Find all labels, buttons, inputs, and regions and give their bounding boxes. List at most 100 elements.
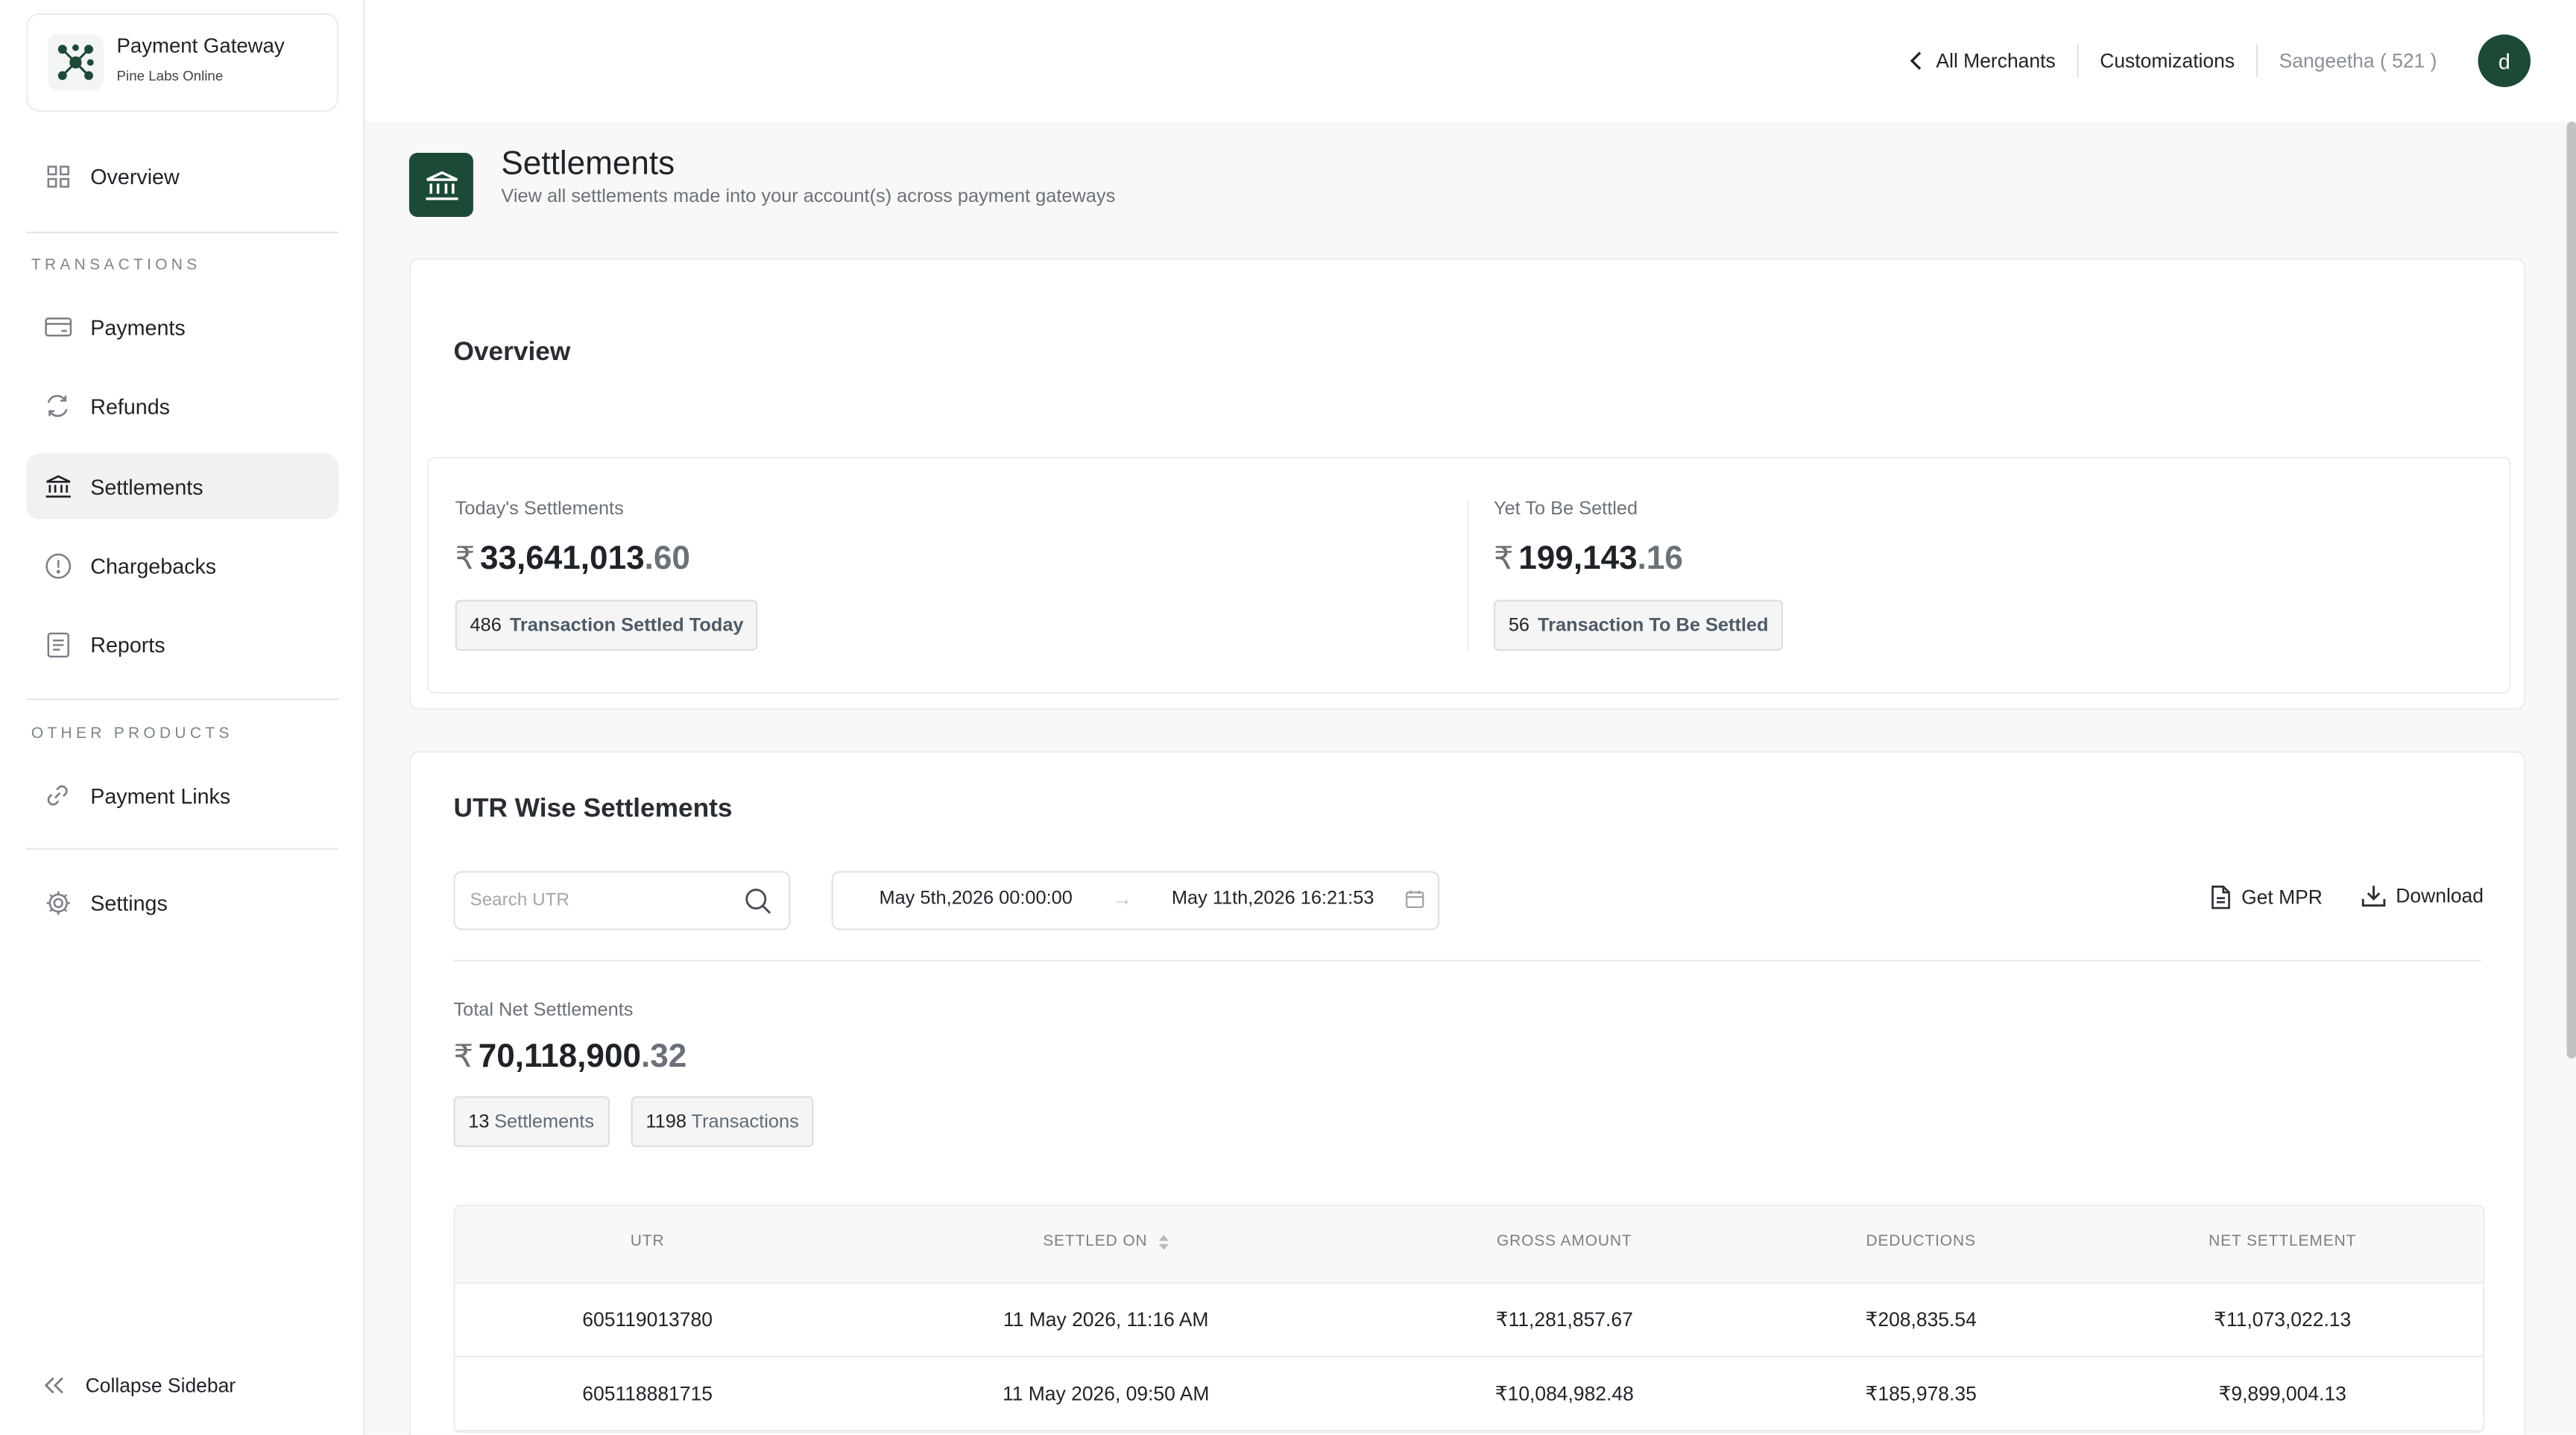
cell-utr[interactable]: 605119013780 — [582, 1308, 713, 1331]
calendar-icon[interactable] — [1405, 889, 1424, 909]
sidebar-divider — [26, 848, 339, 850]
utr-settlements-title: UTR Wise Settlements — [453, 795, 733, 824]
to-be-settled-badge: 56 Transaction To Be Settled — [1493, 599, 1784, 652]
badge-label: Transaction To Be Settled — [1538, 615, 1769, 636]
avatar[interactable]: d — [2478, 34, 2531, 87]
sidebar-divider — [26, 698, 339, 701]
badge-count: 13 — [468, 1111, 490, 1132]
table-row[interactable]: 605118881715 11 May 2026, 09:50 AM ₹10,0… — [455, 1357, 2484, 1432]
all-merchants-link[interactable]: All Merchants — [1888, 45, 2077, 78]
page-scrollbar[interactable] — [2566, 122, 2576, 1059]
utr-settlements-card: UTR Wise Settlements Search UTR May 5th,… — [408, 751, 2526, 1435]
column-header-gross-amount: GROSS AMOUNT — [1496, 1232, 1632, 1251]
date-from[interactable]: May 5th,2026 00:00:00 — [879, 889, 1072, 909]
sidebar-item-label: Payment Links — [90, 783, 231, 808]
yet-to-be-settled-label: Yet To Be Settled — [1493, 499, 1638, 520]
topbar: All Merchants Customizations Sangeetha (… — [364, 0, 2576, 122]
overview-title: Overview — [453, 338, 571, 367]
search-utr-input[interactable]: Search UTR — [453, 871, 791, 930]
sidebar-item-payment-links[interactable]: Payment Links — [26, 763, 338, 828]
amount-decimal: .16 — [1637, 540, 1683, 577]
column-header-deductions: DEDUCTIONS — [1866, 1232, 1976, 1251]
date-to[interactable]: May 11th,2026 16:21:53 — [1172, 889, 1374, 909]
double-chevron-left-icon — [40, 1371, 69, 1401]
badge-count: 1198 — [645, 1111, 686, 1132]
badge-label: Transaction Settled Today — [509, 615, 744, 636]
rupee-symbol: ₹ — [453, 1040, 474, 1075]
rupee-symbol: ₹ — [455, 542, 476, 577]
user-name: Sangeetha ( 521 ) — [2255, 44, 2458, 78]
cell-net-settlement: ₹11,073,022.13 — [2214, 1308, 2352, 1331]
settlements-count-badge: 13 Settlements — [453, 1096, 609, 1147]
sidebar-item-reports[interactable]: Reports — [26, 611, 338, 677]
amount-integer: 199,143 — [1518, 540, 1638, 577]
top-nav: All Merchants Customizations Sangeetha (… — [1888, 33, 2531, 89]
todays-settlements-amount: ₹33,641,013.60 — [455, 540, 690, 578]
sidebar-item-overview[interactable]: Overview — [26, 143, 338, 209]
link-icon — [42, 780, 72, 810]
chevron-left-icon — [1910, 51, 1923, 70]
amount-decimal: .60 — [644, 540, 690, 577]
settled-on-label: SETTLED ON — [1043, 1232, 1148, 1251]
sidebar-item-settings[interactable]: Settings — [26, 869, 338, 935]
brand-title: Payment Gateway — [116, 34, 285, 58]
brand-switcher[interactable]: Payment Gateway Pine Labs Online — [26, 13, 339, 112]
sidebar: Payment Gateway Pine Labs Online Overvie… — [0, 0, 365, 1435]
section-heading-transactions: TRANSACTIONS — [31, 256, 201, 275]
column-header-settled-on[interactable]: SETTLED ON — [1043, 1232, 1169, 1251]
get-mpr-button[interactable]: Get MPR — [2210, 884, 2323, 910]
page-subtitle: View all settlements made into your acco… — [501, 187, 1116, 207]
customizations-link[interactable]: Customizations — [2077, 44, 2255, 78]
badge-label: Settlements — [494, 1111, 595, 1132]
alert-circle-icon — [42, 551, 72, 581]
cell-settled-on: 11 May 2026, 09:50 AM — [1002, 1382, 1210, 1405]
cell-deductions: ₹208,835.54 — [1865, 1308, 1977, 1331]
date-range-picker[interactable]: May 5th,2026 00:00:00 → May 11th,2026 16… — [831, 871, 1440, 930]
section-heading-other-products: OTHER PRODUCTS — [31, 725, 233, 743]
sidebar-item-label: Settlements — [90, 474, 203, 499]
collapse-sidebar-button[interactable]: Collapse Sidebar — [40, 1371, 236, 1401]
badge-count: 486 — [470, 615, 502, 636]
brand-subtitle: Pine Labs Online — [116, 67, 224, 84]
sidebar-item-label: Overview — [90, 163, 180, 189]
sidebar-item-payments[interactable]: Payments — [26, 294, 338, 360]
badge-label: Transactions — [691, 1111, 799, 1132]
settled-today-badge: 486 Transaction Settled Today — [455, 599, 759, 652]
cell-utr[interactable]: 605118881715 — [582, 1382, 713, 1405]
cell-settled-on: 11 May 2026, 11:16 AM — [1003, 1308, 1209, 1331]
bank-icon — [408, 153, 473, 218]
sidebar-item-chargebacks[interactable]: Chargebacks — [26, 532, 338, 598]
search-icon[interactable] — [745, 886, 772, 914]
sidebar-item-label: Refunds — [90, 394, 171, 419]
settlements-table: UTR SETTLED ON GROSS AMOUNT DEDUCTIONS N… — [453, 1204, 2485, 1434]
overview-stats: Today's Settlements ₹33,641,013.60 486 Tr… — [427, 456, 2511, 694]
get-mpr-label: Get MPR — [2241, 886, 2323, 909]
amount-integer: 70,118,900 — [478, 1038, 642, 1075]
sidebar-item-refunds[interactable]: Refunds — [26, 373, 338, 438]
arrow-right-icon: → — [1112, 887, 1132, 911]
badge-count: 56 — [1508, 615, 1530, 636]
page-title: Settlements — [501, 146, 675, 183]
todays-settlements-label: Today's Settlements — [455, 499, 624, 520]
file-icon — [2210, 884, 2232, 910]
refresh-icon — [42, 391, 72, 421]
download-button[interactable]: Download — [2361, 884, 2484, 907]
sort-icon[interactable] — [1158, 1234, 1169, 1250]
amount-integer: 33,641,013 — [479, 540, 645, 577]
grid-icon — [42, 161, 72, 191]
cell-net-settlement: ₹9,899,004.13 — [2218, 1382, 2346, 1405]
main-content: Settlements View all settlements made in… — [364, 122, 2576, 1435]
table-row[interactable]: 605119013780 11 May 2026, 11:16 AM ₹11,2… — [455, 1284, 2484, 1357]
bank-icon — [42, 472, 72, 502]
sidebar-item-label: Chargebacks — [90, 552, 217, 578]
all-merchants-label: All Merchants — [1936, 49, 2056, 73]
cell-gross-amount: ₹10,084,982.48 — [1494, 1382, 1634, 1405]
network-logo-icon — [47, 34, 104, 91]
download-icon — [2361, 884, 2386, 907]
overview-card: Overview Today's Settlements ₹33,641,013… — [408, 258, 2526, 710]
sidebar-item-settlements[interactable]: Settlements — [26, 453, 339, 520]
utr-divider — [453, 959, 2481, 962]
sidebar-item-label: Settings — [90, 889, 168, 915]
amount-decimal: .32 — [641, 1038, 687, 1075]
stats-divider — [1467, 499, 1469, 652]
